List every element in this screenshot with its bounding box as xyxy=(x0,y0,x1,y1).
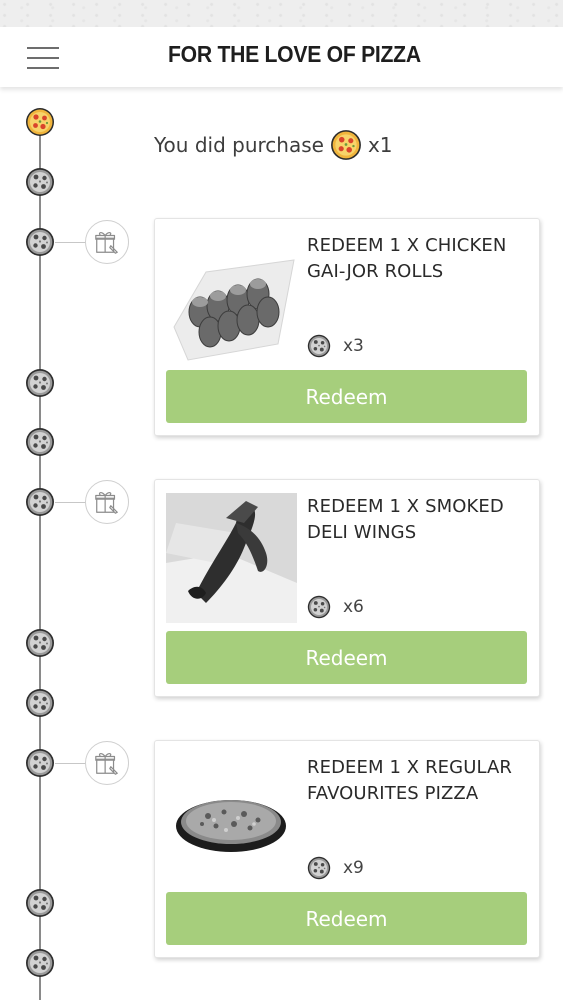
reward-title: REDEEM 1 X CHICKEN GAI-JOR ROLLS xyxy=(307,235,507,282)
app-header: FOR THE LOVE OF PIZZA xyxy=(0,27,563,87)
pizza-gray-icon xyxy=(25,888,55,918)
pizza-gray-icon xyxy=(307,856,331,880)
pizza-gray-icon xyxy=(25,688,55,718)
gift-connector xyxy=(55,763,86,764)
pizza-color-icon xyxy=(25,107,55,137)
gift-connector xyxy=(55,242,86,243)
pizza-gray-icon xyxy=(25,748,55,778)
pizza-gray-icon xyxy=(25,628,55,658)
redeem-button[interactable]: Redeem xyxy=(166,370,527,423)
gift-icon xyxy=(85,480,129,524)
reward-card: REDEEM 1 X CHICKEN GAI-JOR ROLLS x3 Rede… xyxy=(154,218,540,436)
reward-cost-value: x3 xyxy=(343,336,364,356)
redeem-button[interactable]: Redeem xyxy=(166,631,527,684)
reward-cost: x6 xyxy=(307,594,364,620)
pizza-gray-icon xyxy=(307,595,331,619)
reward-title: REDEEM 1 X SMOKED DELI WINGS xyxy=(307,496,504,543)
pizza-image xyxy=(166,754,297,884)
reward-cost: x3 xyxy=(307,333,364,359)
chicken-rolls-image xyxy=(166,232,297,362)
gift-connector xyxy=(55,502,86,503)
chicken-wings-image xyxy=(166,493,297,623)
reward-card: REDEEM 1 X REGULAR FAVOURITES PIZZA x9 R… xyxy=(154,740,540,958)
pizza-gray-icon xyxy=(25,368,55,398)
hamburger-menu-icon[interactable] xyxy=(27,47,59,69)
pizza-color-icon xyxy=(330,129,362,161)
gift-icon xyxy=(85,220,129,264)
page-title: FOR THE LOVE OF PIZZA xyxy=(168,41,421,67)
reward-title: REDEEM 1 X REGULAR FAVOURITES PIZZA xyxy=(307,757,513,804)
reward-cost: x9 xyxy=(307,855,364,881)
reward-cost-value: x6 xyxy=(343,597,364,617)
pizza-gray-icon xyxy=(25,487,55,517)
gift-icon xyxy=(85,741,129,785)
purchase-count: x1 xyxy=(367,133,393,157)
pizza-gray-icon xyxy=(25,227,55,257)
pizza-gray-icon xyxy=(25,167,55,197)
pizza-gray-icon xyxy=(25,427,55,457)
reward-cost-value: x9 xyxy=(343,858,364,878)
status-bar-background xyxy=(0,0,563,27)
pizza-gray-icon xyxy=(25,948,55,978)
reward-card: REDEEM 1 X SMOKED DELI WINGS x6 Redeem xyxy=(154,479,540,697)
purchase-summary: You did purchase x1 xyxy=(154,128,393,162)
pizza-gray-icon xyxy=(307,334,331,358)
purchase-text: You did purchase xyxy=(154,133,324,157)
redeem-button[interactable]: Redeem xyxy=(166,892,527,945)
